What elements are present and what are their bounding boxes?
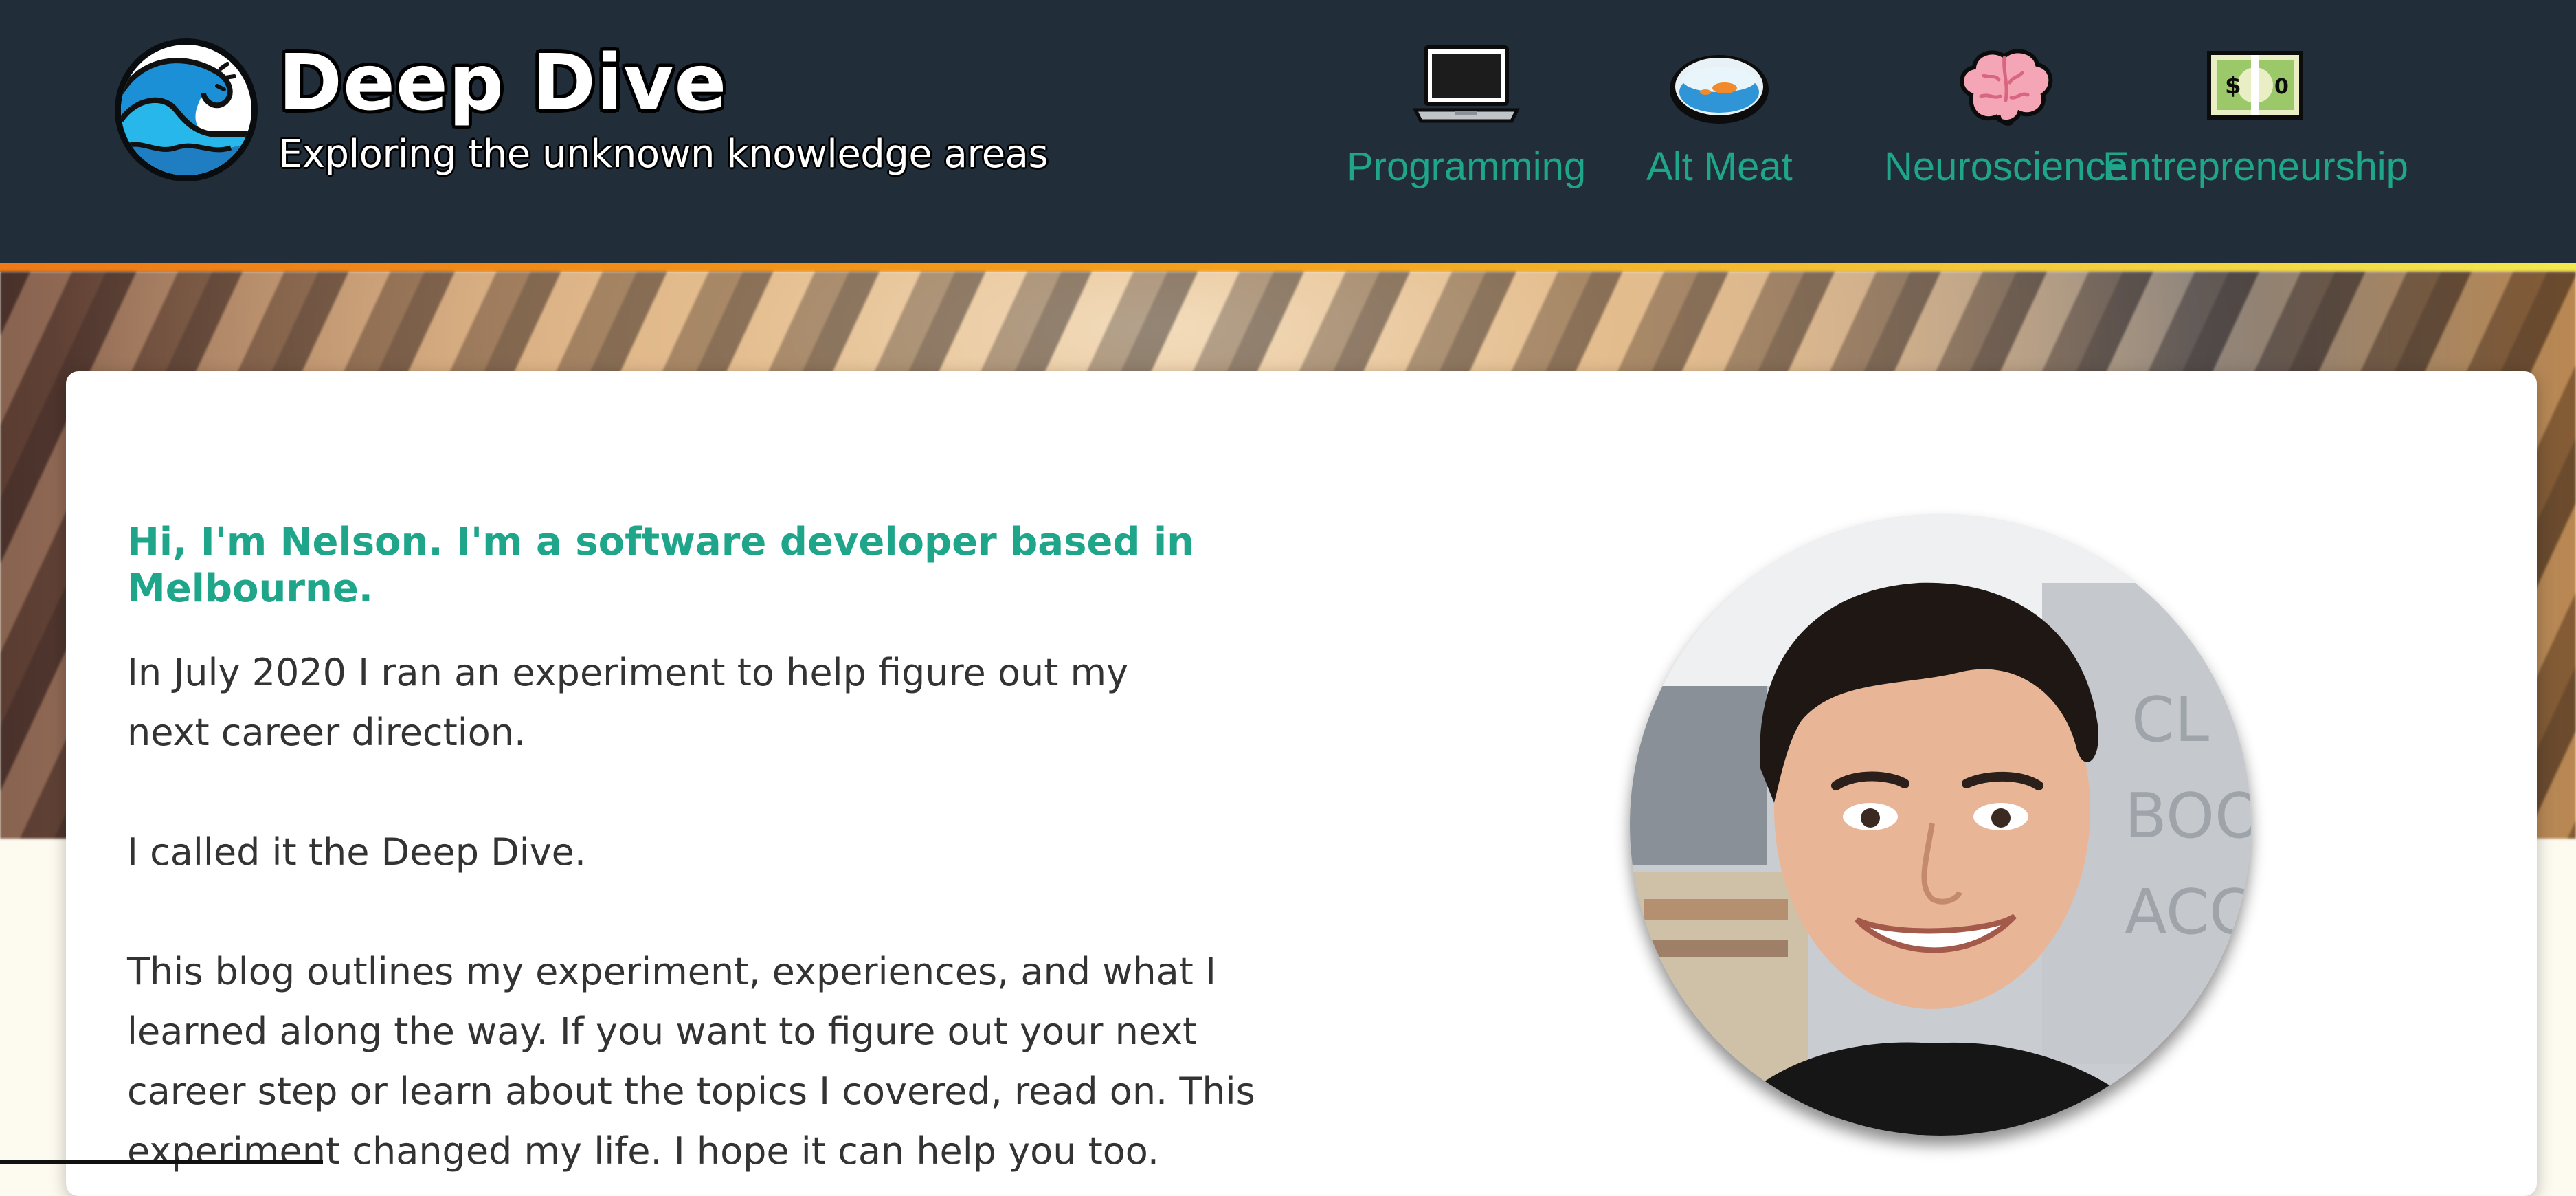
svg-text:$: $ (2225, 72, 2241, 100)
petri-dish-icon (1670, 55, 1769, 124)
intro-heading: Hi, I'm Nelson. I'm a software developer… (127, 520, 1195, 611)
portrait-photo: CL BOO ACC (1630, 514, 2251, 1136)
svg-text:0: 0 (2274, 75, 2289, 99)
intro-paragraph: I called it the Deep Dive. (127, 830, 587, 874)
site-logo[interactable] (115, 38, 258, 181)
site-tagline: Exploring the unknown knowledge areas (278, 132, 1049, 177)
laptop-icon (1413, 45, 1521, 123)
intro-paragraph: This blog outlines my experiment, experi… (127, 950, 1255, 1173)
nav-label: Alt Meat (1646, 144, 1793, 189)
site-title[interactable]: Deep Dive (278, 38, 727, 128)
intro-paragraph: In July 2020 I ran an experiment to help… (127, 651, 1129, 754)
nav-item-neuroscience[interactable]: Neuroscience (1884, 41, 2128, 206)
dollar-banknote-icon: $ 0 (2207, 51, 2304, 120)
svg-text:BOO: BOO (2125, 780, 2251, 852)
nav-label: Neuroscience (1884, 144, 2128, 189)
nav-item-alt-meat[interactable]: Alt Meat (1646, 41, 1793, 206)
nav-label: Programming (1347, 144, 1587, 189)
nav-label: Entrepreneurship (2103, 144, 2408, 189)
svg-text:CL: CL (2131, 684, 2209, 756)
site-header: Deep Dive Exploring the unknown knowledg… (0, 0, 2576, 272)
nav-item-entrepreneurship[interactable]: $ 0 Entrepreneurship (2103, 41, 2408, 206)
wave-icon (121, 58, 251, 175)
horizontal-rule (0, 1160, 323, 1164)
brain-icon (1960, 49, 2053, 126)
nav-item-programming[interactable]: Programming (1347, 41, 1586, 206)
